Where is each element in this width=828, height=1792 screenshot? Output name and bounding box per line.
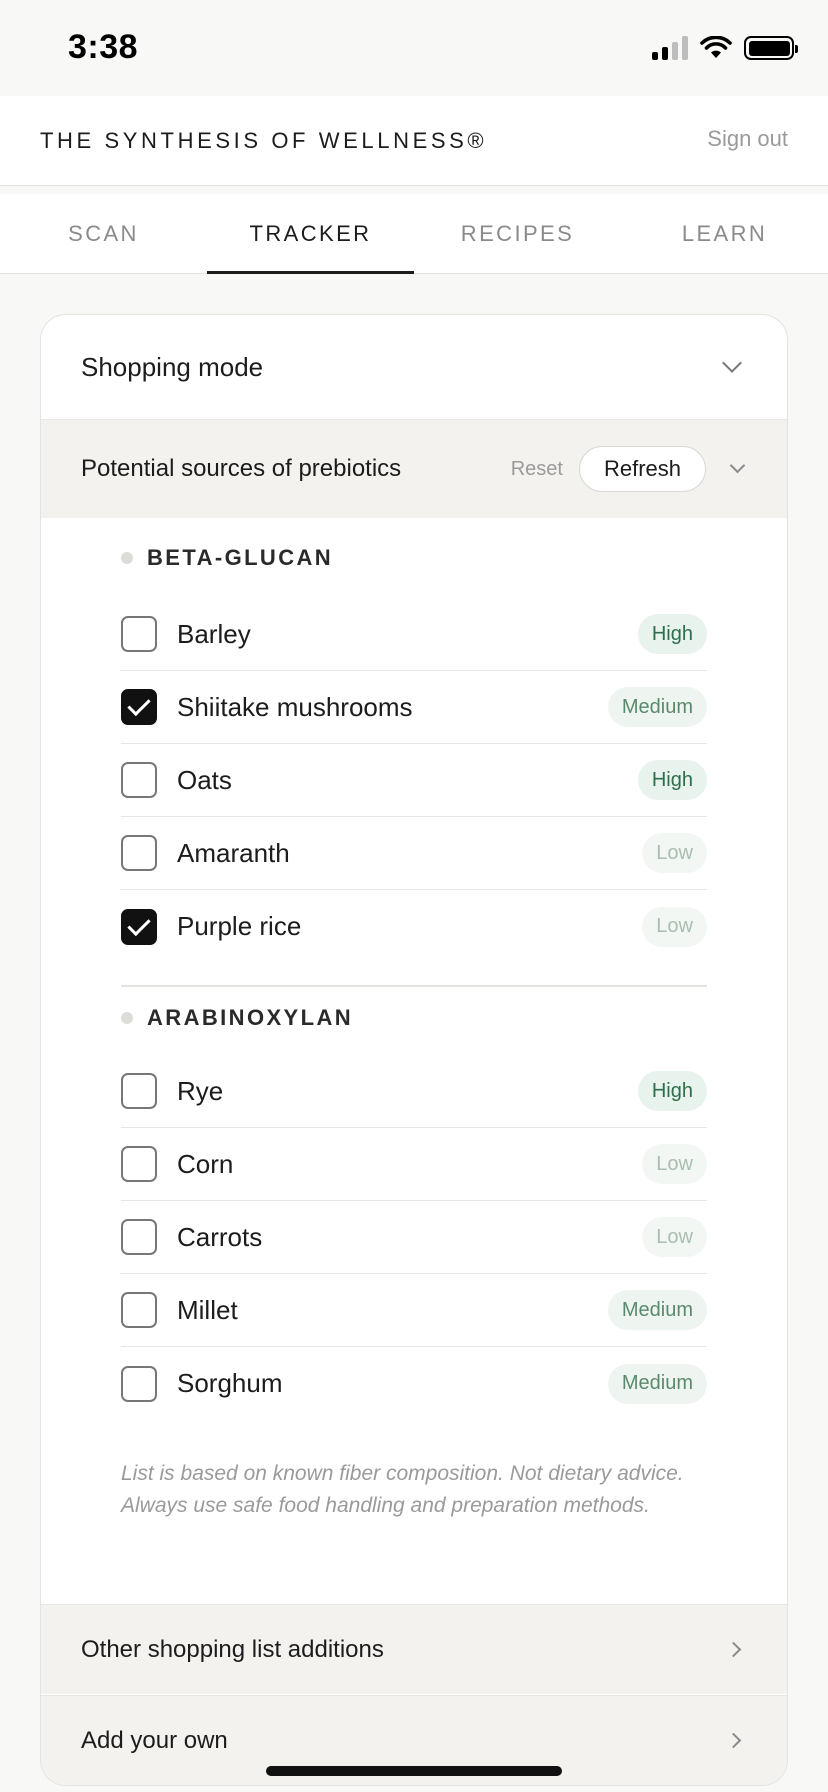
item-label: Amaranth [177,837,290,868]
item-label: Oats [177,764,232,795]
sign-out-link[interactable]: Sign out [707,126,788,152]
checkbox[interactable] [121,1146,157,1182]
app-header: THE SYNTHESIS OF WELLNESS® Sign out [0,96,828,186]
level-badge: Low [642,1144,707,1184]
refresh-button[interactable]: Refresh [578,446,706,492]
item-label: Sorghum [177,1368,283,1398]
item-label: Millet [177,1294,238,1325]
checkbox[interactable] [121,689,157,725]
group-title: BETA-GLUCAN [147,545,334,570]
tab-scan[interactable]: SCAN [0,194,207,273]
section-title: Potential sources of prebiotics [81,455,402,482]
chevron-right-icon [725,1641,742,1658]
checkbox[interactable] [121,908,157,945]
item-label: Rye [177,1075,224,1106]
chevron-down-icon [722,353,742,373]
tab-recipes[interactable]: RECIPES [414,194,621,273]
group-header: BETA-GLUCAN [121,518,707,598]
status-time: 3:38 [68,28,139,66]
list-item[interactable]: Rye High [121,1055,707,1128]
level-badge: Low [642,833,707,873]
list-item[interactable]: Sorghum Medium [121,1347,707,1420]
checkbox[interactable] [121,1292,157,1328]
checkbox[interactable] [121,616,157,652]
wifi-icon [700,36,732,58]
checkbox[interactable] [121,835,157,871]
level-badge: Medium [607,1363,707,1404]
prebiotics-list: BETA-GLUCAN Barley High Shiitake mushroo… [41,518,787,1522]
list-item[interactable]: Shiitake mushrooms Medium [121,671,707,744]
status-icons [652,36,798,60]
list-item[interactable]: Barley High [121,598,707,671]
tab-tracker[interactable]: TRACKER [207,194,414,274]
group-header: ARABINOXYLAN [121,993,707,1043]
status-bar: 3:38 [0,0,828,96]
reset-button[interactable]: Reset [511,458,563,481]
home-indicator [266,1766,562,1776]
list-item[interactable]: Millet Medium [121,1274,707,1347]
list-item[interactable]: Oats High [121,744,707,817]
item-label: Shiitake mushrooms [177,691,413,722]
other-shopping-list-additions-row[interactable]: Other shopping list additions [41,1604,787,1694]
group-title: ARABINOXYLAN [147,1005,354,1030]
item-label: Barley [177,618,251,649]
shopping-mode-header[interactable]: Shopping mode [41,315,787,420]
level-badge: Low [642,906,707,947]
level-badge: Medium [607,687,707,727]
item-label: Corn [177,1148,234,1179]
item-label: Purple rice [177,911,302,941]
cellular-signal-icon [652,36,688,60]
checkbox[interactable] [121,1365,157,1402]
level-badge: High [637,760,707,800]
chevron-down-icon[interactable] [729,457,746,473]
list-item[interactable]: Carrots Low [121,1201,707,1274]
tab-learn[interactable]: LEARN [621,194,828,273]
level-badge: Low [642,1217,707,1257]
chevron-right-icon [725,1732,742,1749]
card-title: Shopping mode [81,351,264,382]
shopping-mode-card: Shopping mode Potential sources of prebi… [40,314,788,1786]
level-badge: High [637,1071,707,1111]
battery-icon [744,36,798,60]
list-item[interactable]: Purple rice Low [121,890,707,963]
checkbox[interactable] [121,1219,157,1255]
checkbox[interactable] [121,1073,157,1109]
bullet-dot-icon [121,552,133,564]
level-badge: High [637,614,707,654]
prebiotics-section-header[interactable]: Potential sources of prebiotics Reset Re… [41,420,787,518]
list-item[interactable]: Amaranth Low [121,817,707,890]
checkbox[interactable] [121,762,157,798]
list-item[interactable]: Corn Low [121,1128,707,1201]
group-divider [121,985,707,987]
level-badge: Medium [607,1290,707,1330]
disclaimer-text: List is based on known fiber composition… [121,1462,684,1517]
bullet-dot-icon [121,1012,133,1024]
brand-logo-text: THE SYNTHESIS OF WELLNESS® [40,128,488,153]
tab-bar: SCAN TRACKER RECIPES LEARN [0,194,828,274]
link-label: Add your own [81,1726,228,1754]
item-label: Carrots [177,1221,263,1252]
link-label: Other shopping list additions [81,1635,384,1663]
